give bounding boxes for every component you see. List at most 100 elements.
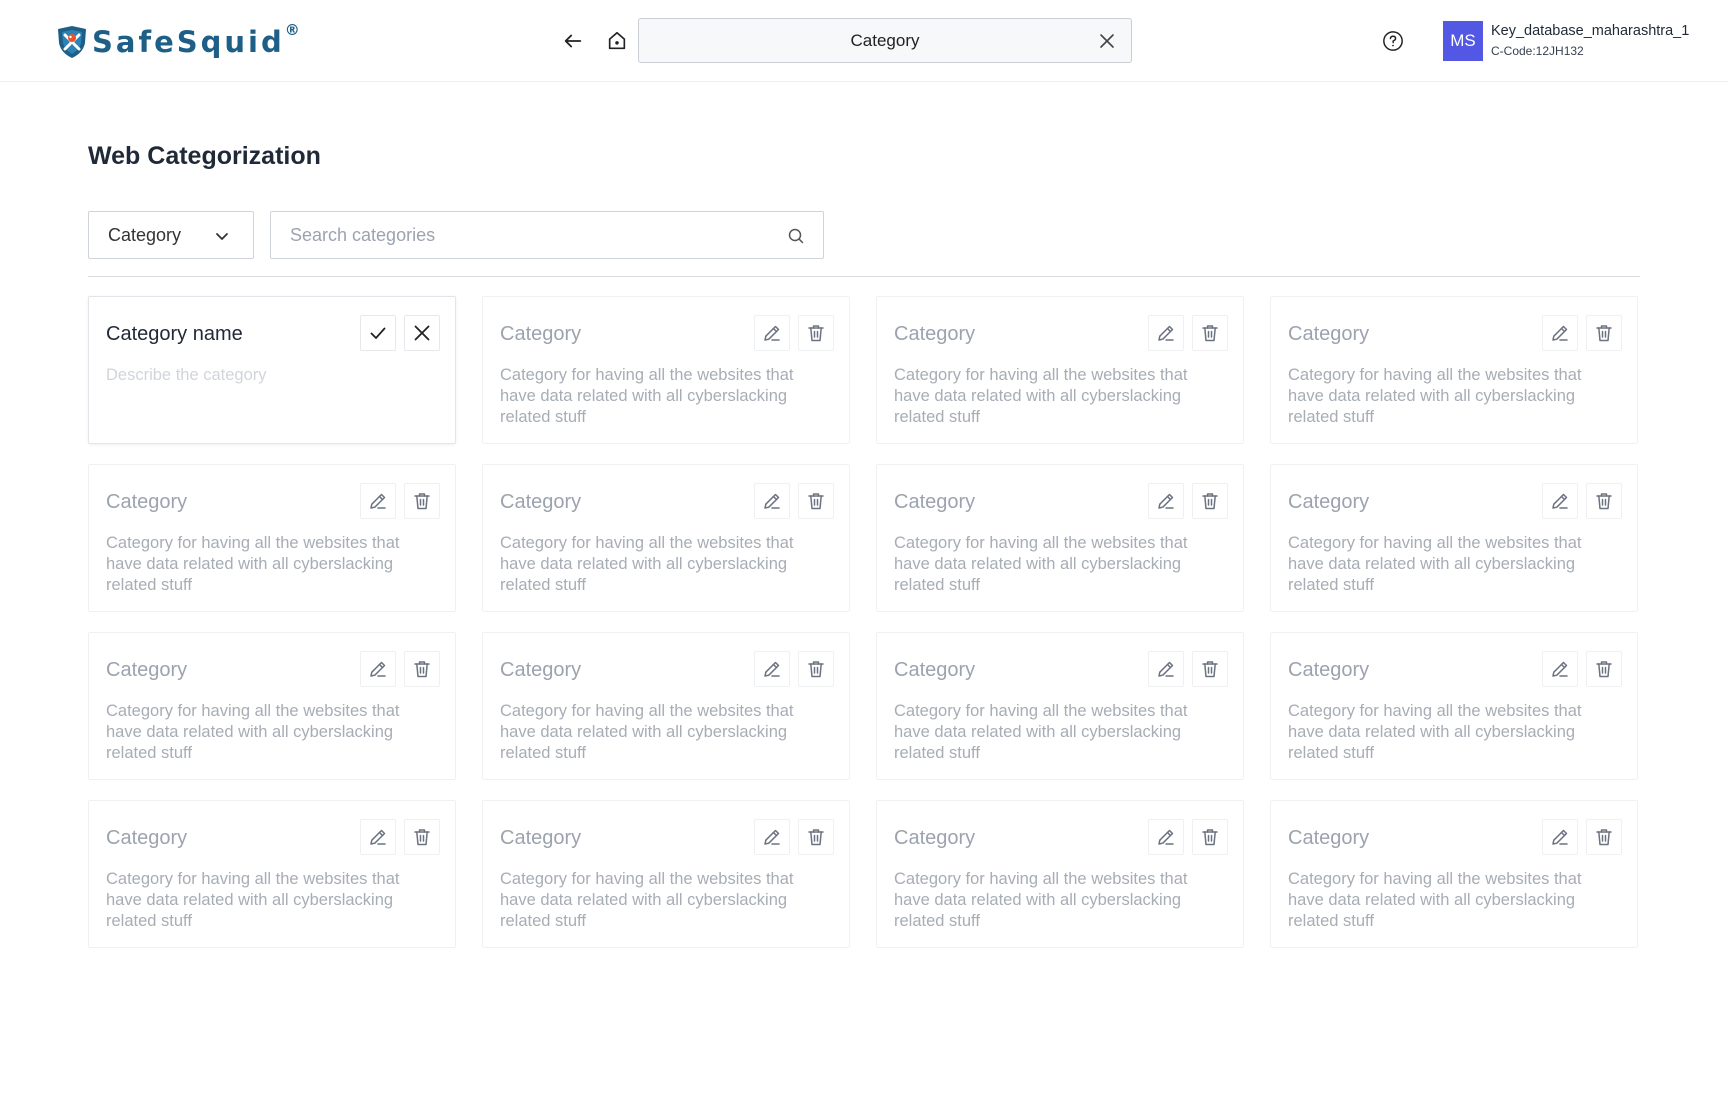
pencil-icon bbox=[370, 829, 386, 845]
edit-button[interactable] bbox=[360, 651, 396, 687]
category-title: Category bbox=[1288, 659, 1370, 681]
question-circle-icon bbox=[1383, 31, 1403, 51]
pencil-icon bbox=[370, 661, 386, 677]
account-info[interactable]: Key_database_maharashtra_1 C-Code:12JH13… bbox=[1491, 23, 1689, 58]
category-description: Category for having all the websites tha… bbox=[894, 534, 1188, 594]
category-description: Category for having all the websites tha… bbox=[894, 366, 1188, 426]
category-description: Category for having all the websites tha… bbox=[1288, 534, 1582, 594]
close-icon bbox=[414, 325, 430, 341]
delete-button[interactable] bbox=[404, 651, 440, 687]
category-name-input[interactable]: Category name bbox=[106, 323, 243, 346]
card-actions bbox=[1542, 483, 1622, 519]
card-actions bbox=[1148, 651, 1228, 687]
category-card[interactable]: Category Category for having all the web… bbox=[88, 800, 456, 948]
edit-button[interactable] bbox=[1148, 819, 1184, 855]
pencil-icon bbox=[1158, 325, 1174, 341]
delete-button[interactable] bbox=[798, 819, 834, 855]
delete-button[interactable] bbox=[404, 819, 440, 855]
search-categories-input[interactable] bbox=[271, 212, 823, 258]
edit-button[interactable] bbox=[1542, 819, 1578, 855]
category-card[interactable]: Category Category for having all the web… bbox=[482, 464, 850, 612]
category-description: Category for having all the websites tha… bbox=[1288, 870, 1582, 930]
shield-logo-icon bbox=[58, 26, 86, 58]
trash-icon bbox=[1202, 829, 1218, 846]
pencil-icon bbox=[1552, 829, 1568, 845]
category-card[interactable]: Category Category for having all the web… bbox=[1270, 464, 1638, 612]
category-title: Category bbox=[106, 827, 188, 849]
category-card[interactable]: Category Category for having all the web… bbox=[1270, 632, 1638, 780]
home-button[interactable] bbox=[604, 28, 630, 54]
delete-button[interactable] bbox=[1586, 483, 1622, 519]
edit-button[interactable] bbox=[1542, 651, 1578, 687]
card-actions bbox=[1148, 315, 1228, 351]
arrow-left-icon bbox=[564, 34, 582, 48]
category-filter-dropdown[interactable]: Category bbox=[88, 211, 254, 259]
card-actions bbox=[360, 483, 440, 519]
trash-icon bbox=[1596, 829, 1612, 846]
category-card[interactable]: Category Category for having all the web… bbox=[876, 464, 1244, 612]
category-card[interactable]: Category Category for having all the web… bbox=[876, 800, 1244, 948]
card-actions bbox=[754, 483, 834, 519]
delete-button[interactable] bbox=[1586, 819, 1622, 855]
category-card[interactable]: Category Category for having all the web… bbox=[482, 800, 850, 948]
delete-button[interactable] bbox=[1586, 651, 1622, 687]
trash-icon bbox=[808, 325, 824, 342]
breadcrumb-search-field[interactable]: Category bbox=[638, 18, 1132, 63]
edit-button[interactable] bbox=[1148, 483, 1184, 519]
category-card[interactable]: Category Category for having all the web… bbox=[1270, 296, 1638, 444]
pencil-icon bbox=[1552, 325, 1568, 341]
delete-button[interactable] bbox=[1586, 315, 1622, 351]
category-card[interactable]: Category Category for having all the web… bbox=[876, 296, 1244, 444]
category-card[interactable]: Category Category for having all the web… bbox=[482, 632, 850, 780]
category-description: Category for having all the websites tha… bbox=[1288, 366, 1582, 426]
safesquid-logo[interactable]: SafeSquid® bbox=[56, 21, 300, 60]
confirm-button[interactable] bbox=[360, 315, 396, 351]
delete-button[interactable] bbox=[404, 483, 440, 519]
edit-button[interactable] bbox=[1148, 315, 1184, 351]
category-card[interactable]: Category Category for having all the web… bbox=[1270, 800, 1638, 948]
edit-button[interactable] bbox=[754, 819, 790, 855]
divider bbox=[88, 276, 1640, 277]
search-icon[interactable] bbox=[787, 227, 805, 245]
edit-button[interactable] bbox=[754, 315, 790, 351]
delete-button[interactable] bbox=[798, 315, 834, 351]
category-description: Category for having all the websites tha… bbox=[894, 702, 1188, 762]
category-description-input[interactable]: Describe the category bbox=[106, 365, 406, 386]
delete-button[interactable] bbox=[1192, 651, 1228, 687]
category-description: Category for having all the websites tha… bbox=[106, 870, 400, 930]
delete-button[interactable] bbox=[1192, 315, 1228, 351]
category-title: Category bbox=[1288, 491, 1370, 513]
card-actions bbox=[1542, 819, 1622, 855]
delete-button[interactable] bbox=[1192, 483, 1228, 519]
edit-button[interactable] bbox=[360, 483, 396, 519]
card-actions bbox=[754, 651, 834, 687]
trash-icon bbox=[1596, 661, 1612, 678]
edit-button[interactable] bbox=[1148, 651, 1184, 687]
delete-button[interactable] bbox=[798, 651, 834, 687]
help-button[interactable] bbox=[1381, 29, 1405, 53]
new-category-card: Category name Describe the category bbox=[88, 296, 456, 444]
edit-button[interactable] bbox=[1542, 483, 1578, 519]
account-code: C-Code:12JH132 bbox=[1491, 44, 1584, 58]
category-card[interactable]: Category Category for having all the web… bbox=[88, 632, 456, 780]
category-card[interactable]: Category Category for having all the web… bbox=[876, 632, 1244, 780]
card-actions bbox=[360, 651, 440, 687]
delete-button[interactable] bbox=[1192, 819, 1228, 855]
edit-button[interactable] bbox=[754, 651, 790, 687]
pencil-icon bbox=[1158, 829, 1174, 845]
edit-button[interactable] bbox=[754, 483, 790, 519]
breadcrumb-search-value: Category bbox=[850, 30, 920, 50]
avatar[interactable]: MS bbox=[1443, 21, 1483, 61]
edit-button[interactable] bbox=[1542, 315, 1578, 351]
category-card[interactable]: Category Category for having all the web… bbox=[88, 464, 456, 612]
cancel-button[interactable] bbox=[404, 315, 440, 351]
back-button[interactable] bbox=[560, 28, 586, 54]
category-title: Category bbox=[500, 659, 582, 681]
account-name: Key_database_maharashtra_1 bbox=[1491, 23, 1690, 39]
registered-mark: ® bbox=[284, 21, 300, 39]
clear-search-button[interactable] bbox=[1097, 31, 1117, 51]
category-title: Category bbox=[500, 323, 582, 345]
delete-button[interactable] bbox=[798, 483, 834, 519]
edit-button[interactable] bbox=[360, 819, 396, 855]
category-card[interactable]: Category Category for having all the web… bbox=[482, 296, 850, 444]
